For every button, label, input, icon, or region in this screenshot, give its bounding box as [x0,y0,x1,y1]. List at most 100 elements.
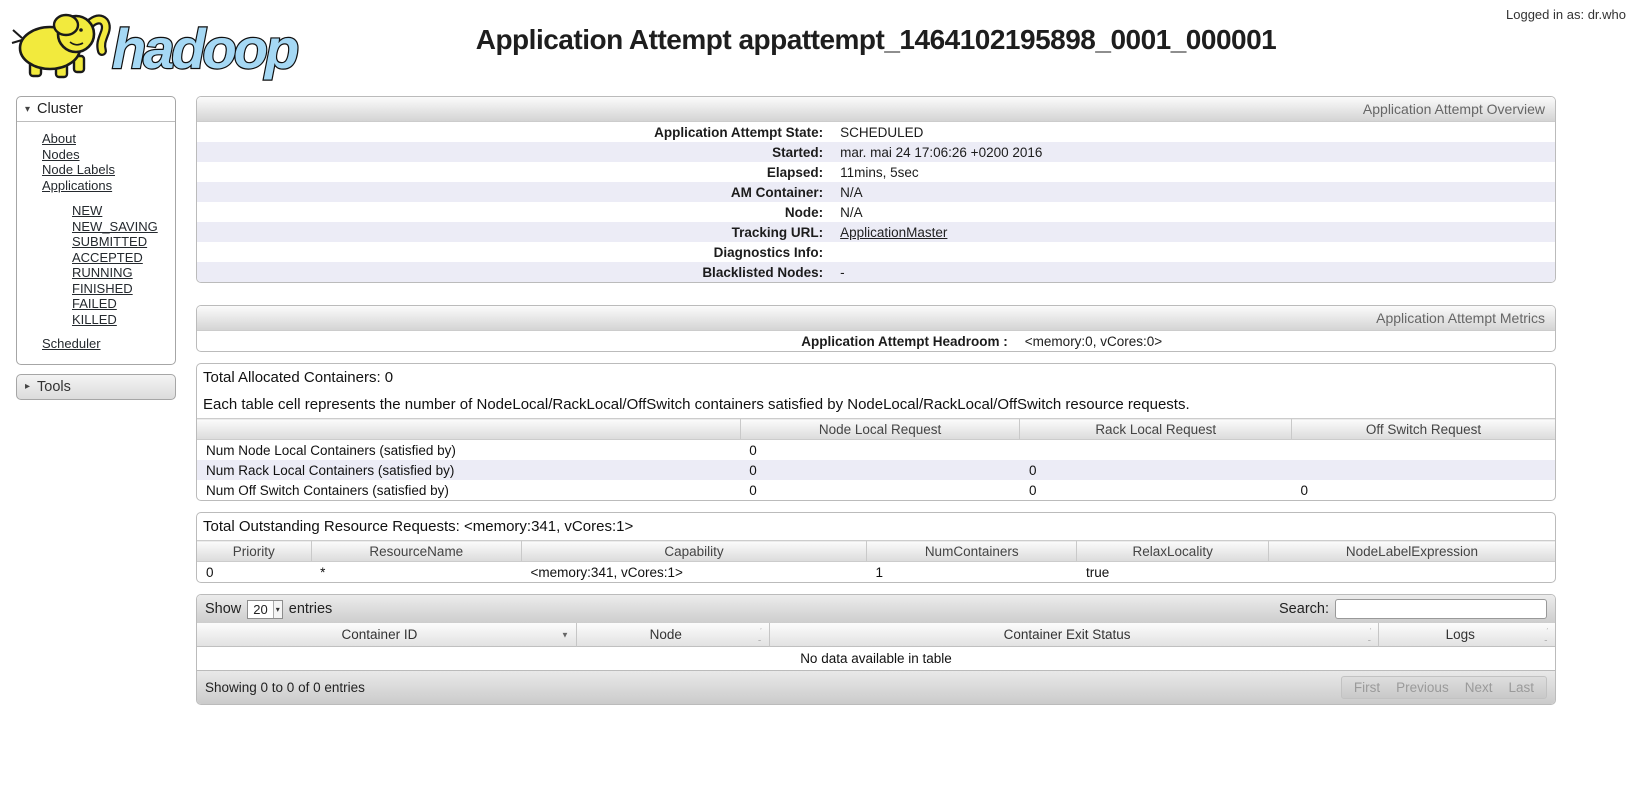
total-allocated-containers: Total Allocated Containers: 0 [203,369,394,386]
entries-label: entries [288,601,333,617]
cell-value [1020,440,1292,461]
page-title: Application Attempt appattempt_146410219… [475,24,1277,55]
sidebar-item-killed[interactable]: KILLED [72,312,117,327]
cell-value: 0 [1300,482,1309,498]
table-row: Application Attempt Headroom : <memory:0,… [197,331,1555,351]
cluster-nav-box: ▾ Cluster About Nodes Node Labels Applic… [16,96,176,365]
overview-bar-title: Application Attempt Overview [197,97,1555,122]
started-value: mar. mai 24 17:06:26 +0200 2016 [840,144,1043,160]
sidebar-item-about[interactable]: About [42,131,76,146]
triangle-right-icon: ▸ [25,381,31,392]
column-header-node-local: Node Local Request [739,418,1020,440]
row-label: Blacklisted Nodes: [702,264,824,280]
elapsed-value: 11mins, 5sec [840,164,919,180]
sidebar-item-submitted[interactable]: SUBMITTED [72,234,147,249]
table-row: AM Container: N/A [197,182,1555,202]
column-header-off-switch: Off Switch Request [1291,418,1555,440]
table-row: Num Node Local Containers (satisfied by)… [197,440,1555,461]
datatable-footer: Showing 0 to 0 of 0 entries First Previo… [197,670,1555,704]
list-item: NEW_SAVING [72,219,175,235]
table-header-row: Priority ResourceName Capability NumCont… [197,540,1555,562]
row-label: AM Container: [730,184,824,200]
column-header-label: Node [649,627,682,642]
sidebar-item-node-labels[interactable]: Node Labels [42,162,115,177]
hadoop-wordmark: hadoop [112,17,298,80]
yarn-app-attempt-page: Logged in as: dr.who hadoop Application … [0,0,1642,792]
list-item: ACCEPTED [72,250,175,266]
row-label: Num Off Switch Containers (satisfied by) [206,482,449,498]
show-label: Show [205,601,242,617]
row-label: Started: [772,144,824,160]
blacklisted-nodes-value: - [840,264,845,280]
page-size-select[interactable]: 20 ▾ [247,599,283,619]
table-row: Blacklisted Nodes: - [197,262,1555,282]
pagination-last-button[interactable]: Last [1508,680,1534,695]
row-label: Elapsed: [766,164,824,180]
page-header: hadoop Application Attempt appattempt_14… [0,0,1642,92]
table-row: Node: N/A [197,202,1555,222]
pagination-previous-button[interactable]: Previous [1396,680,1449,695]
list-item: Scheduler [42,336,175,352]
column-header-container-id[interactable]: Container ID ▼ [197,623,576,647]
chevron-down-icon: ▾ [272,600,282,618]
tools-label: Tools [37,378,71,395]
row-label: Application Attempt Headroom : [801,333,1008,349]
column-header-node[interactable]: Node ˈˍ [575,623,769,647]
cell-value [1292,460,1555,480]
table-row: Application Attempt State: SCHEDULED [197,122,1555,142]
sidebar-item-new-saving[interactable]: NEW_SAVING [72,219,158,234]
list-item: Nodes [42,147,175,163]
search-label: Search: [1279,601,1329,617]
list-item: Node Labels [42,162,175,178]
cell-value: 1 [875,564,883,580]
sidebar-item-scheduler[interactable]: Scheduler [42,336,101,351]
sidebar-item-nodes[interactable]: Nodes [42,147,80,162]
pagination-next-button[interactable]: Next [1465,680,1493,695]
triangle-down-icon: ▾ [25,103,31,115]
row-label: Node: [784,204,824,220]
page-size-value: 20 [253,601,268,617]
column-header-logs[interactable]: Logs ˈˍ [1378,623,1555,647]
column-header-nodelabelexpression: NodeLabelExpression [1267,540,1555,562]
column-header-container-exit-status[interactable]: Container Exit Status ˈˍ [768,623,1379,647]
cell-value: 0 [206,564,214,580]
row-label: Diagnostics Info: [713,244,824,260]
showing-entries-info: Showing 0 to 0 of 0 entries [205,680,365,695]
cluster-accordion-header[interactable]: ▾ Cluster [17,97,175,122]
pagination-first-button[interactable]: First [1354,680,1380,695]
metrics-table: Application Attempt Headroom : <memory:0,… [197,331,1555,351]
overview-box: Application Attempt Overview Application… [196,96,1556,283]
sidebar-item-running[interactable]: RUNNING [72,265,133,280]
datatable-toolbar: Show 20 ▾ entries Search: [197,595,1555,623]
application-master-link[interactable]: ApplicationMaster [840,225,947,240]
metrics-bar-title: Application Attempt Metrics [197,306,1555,331]
row-label: Num Node Local Containers (satisfied by) [206,442,456,458]
cell-value: 0 [1028,482,1037,498]
overview-table: Application Attempt State: SCHEDULED Star… [197,122,1555,282]
search-input[interactable] [1335,599,1547,619]
list-item: Applications [42,178,175,194]
cluster-links: About Nodes Node Labels Applications [17,131,175,193]
tools-accordion-header[interactable]: ▸ Tools [16,373,176,400]
sidebar-item-failed[interactable]: FAILED [72,296,117,311]
column-header-blank [197,418,741,440]
sidebar-item-finished[interactable]: FINISHED [72,281,133,296]
column-header-priority: Priority [197,540,312,562]
table-row: Num Rack Local Containers (satisfied by)… [197,460,1555,480]
sort-desc-icon: ▼ [560,630,569,639]
list-item: NEW [72,203,175,219]
sidebar-item-applications[interactable]: Applications [42,178,112,193]
pagination: First Previous Next Last [1340,676,1547,699]
allocated-description: Each table cell represents the number of… [203,396,1190,413]
sort-both-icon: ˈˍ [758,626,762,642]
table-row: Num Off Switch Containers (satisfied by)… [197,480,1555,500]
cell-value [1268,562,1555,583]
sidebar-item-new[interactable]: NEW [72,203,102,218]
column-header-relaxlocality: RelaxLocality [1076,540,1269,562]
cell-value: <memory:341, vCores:1> [530,564,683,580]
list-item: SUBMITTED [72,234,175,250]
cell-value: 0 [1028,462,1037,478]
list-item: FINISHED [72,281,175,297]
table-row: Elapsed: 11mins, 5sec [197,162,1555,182]
sidebar-item-accepted[interactable]: ACCEPTED [72,250,143,265]
